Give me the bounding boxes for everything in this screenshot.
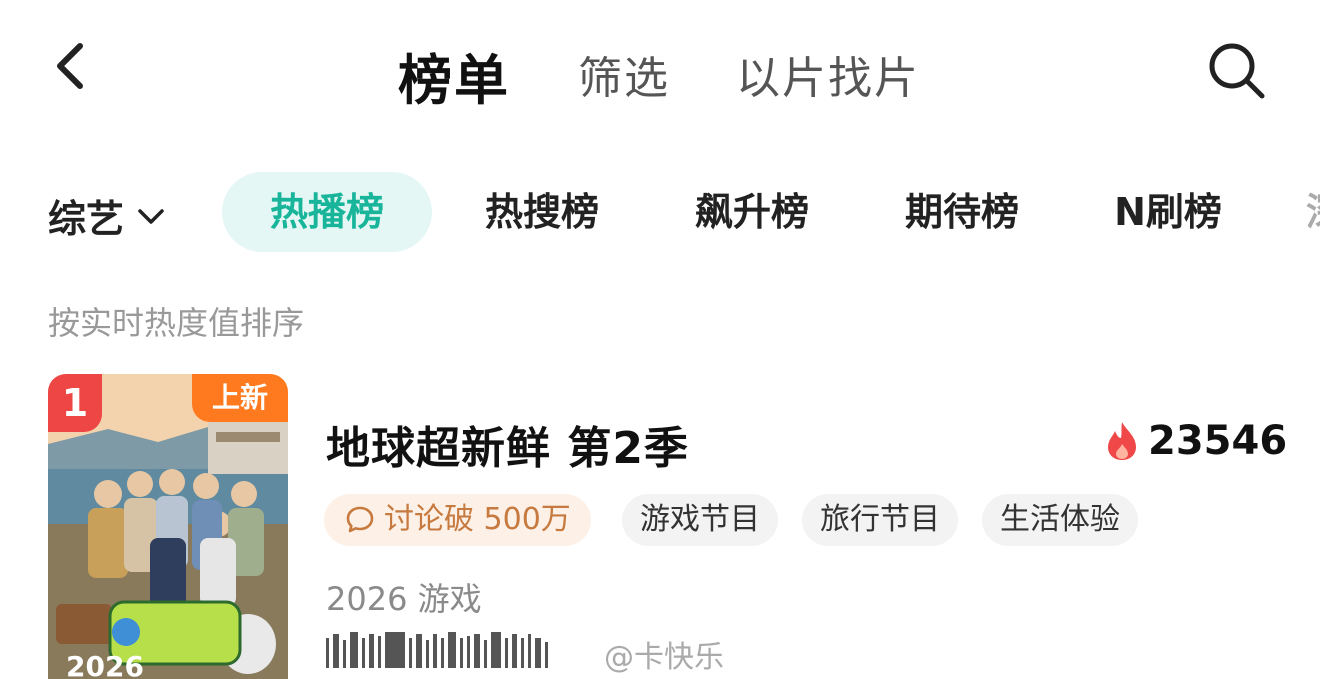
tab-more[interactable]: 深 (1306, 172, 1320, 252)
sort-hint: 按实时热度值排序 (48, 304, 305, 342)
category-label: 综艺 (48, 197, 125, 241)
new-badge: 上新 (192, 374, 288, 422)
heat-value: 23546 (1148, 418, 1288, 464)
back-button[interactable] (48, 38, 92, 94)
page-title[interactable]: 榜单 (398, 36, 510, 115)
poster-year: 2026 (66, 650, 144, 679)
watermark: @卡快乐 (604, 640, 724, 675)
tab-filter[interactable]: 筛选 (578, 42, 670, 106)
show-meta: 2026 游戏 (326, 580, 482, 618)
heat-score: 23546 (1104, 418, 1287, 464)
tab-image-search[interactable]: 以片找片 (736, 42, 920, 106)
chevron-left-icon (57, 43, 83, 89)
tab-anticipated[interactable]: 期待榜 (882, 172, 1042, 252)
tab-hot-play[interactable]: 热播榜 (222, 172, 432, 252)
flame-icon (1108, 422, 1136, 460)
genre-tag[interactable]: 旅行节目 (802, 494, 958, 546)
show-title[interactable]: 地球超新鲜 第2季 (326, 412, 689, 476)
tab-n-rewatch[interactable]: N刷榜 (1092, 172, 1244, 252)
rank-badge: 1 (48, 374, 102, 432)
tab-hot-search[interactable]: 热搜榜 (462, 172, 622, 252)
discuss-tag[interactable]: 讨论破 500万 (324, 494, 591, 546)
chevron-down-icon (138, 208, 164, 224)
category-dropdown[interactable]: 综艺 (48, 188, 168, 243)
discuss-text: 讨论破 500万 (384, 502, 571, 537)
genre-tag[interactable]: 游戏节目 (622, 494, 778, 546)
search-icon (1209, 43, 1265, 99)
comment-icon (346, 506, 374, 533)
tab-rising[interactable]: 飙升榜 (672, 172, 832, 252)
genre-tag[interactable]: 生活体验 (982, 494, 1138, 546)
censor-bar (326, 632, 548, 668)
search-button[interactable] (1204, 38, 1268, 102)
